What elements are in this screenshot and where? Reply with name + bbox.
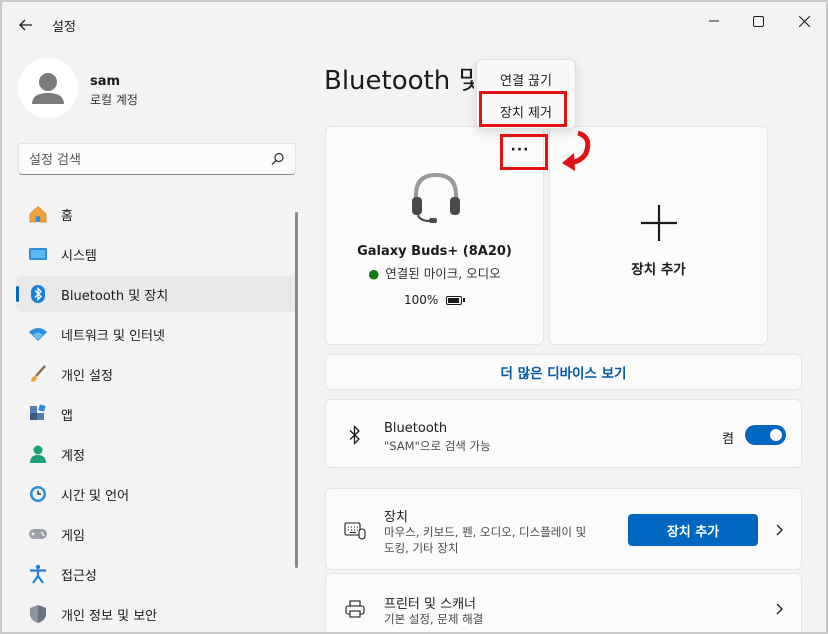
user-avatar-icon <box>32 73 64 104</box>
battery-icon <box>446 295 466 305</box>
sidebar-item-system[interactable]: 시스템 <box>16 236 296 272</box>
sidebar-item-bluetooth[interactable]: Bluetooth 및 장치 <box>16 276 296 312</box>
apps-icon <box>28 404 48 424</box>
close-button[interactable] <box>784 8 824 34</box>
account-icon <box>28 444 48 464</box>
device-name: Galaxy Buds+ (8A20) <box>357 244 512 259</box>
user-name: sam <box>90 74 121 89</box>
avatar[interactable] <box>18 58 78 118</box>
sidebar-item-label: 개인 설정 <box>61 368 113 384</box>
toggle-state-label: 켬 <box>722 432 734 447</box>
add-device-button[interactable]: 장치 추가 <box>628 514 758 546</box>
printer-icon <box>344 598 366 620</box>
headset-icon <box>412 172 460 223</box>
more-button-highlight <box>500 134 548 170</box>
chevron-right-icon <box>776 524 783 536</box>
sidebar-scrollbar[interactable] <box>295 212 298 568</box>
more-devices-link[interactable]: 더 많은 디바이스 보기 <box>325 354 802 390</box>
add-device-label: 장치 추가 <box>631 262 686 278</box>
close-icon <box>798 15 810 27</box>
devices-row-title: 장치 <box>384 510 408 525</box>
bluetooth-setting-row: Bluetooth "SAM"으로 검색 가능 켬 <box>325 399 802 468</box>
keyboard-icon <box>344 519 366 541</box>
maximize-icon <box>752 15 764 27</box>
wifi-icon <box>28 324 48 344</box>
sidebar-item-personalization[interactable]: 개인 설정 <box>16 356 296 392</box>
back-button[interactable] <box>14 14 38 36</box>
minimize-icon <box>709 20 719 22</box>
device-battery: 100% <box>404 293 466 307</box>
toggle-knob <box>770 429 782 441</box>
sidebar-item-label: 시스템 <box>61 248 97 264</box>
gamepad-icon <box>28 524 48 544</box>
clock-icon <box>28 484 48 504</box>
device-status: ● 연결된 마이크, 오디오 <box>326 263 543 282</box>
sidebar-item-accounts[interactable]: 계정 <box>16 436 296 472</box>
printers-setting-row[interactable]: 프린터 및 스캐너 기본 설정, 문제 해결 <box>325 573 802 632</box>
search-box <box>18 143 296 175</box>
disconnect-menu-item[interactable]: 연결 끊기 <box>477 70 575 89</box>
sidebar-item-label: 네트워크 및 인터넷 <box>61 328 165 344</box>
sidebar-item-label: 계정 <box>61 448 85 464</box>
sidebar-item-label: 게임 <box>61 528 85 544</box>
page-title: Bluetooth 및 장치 <box>324 66 474 96</box>
sidebar-item-privacy[interactable]: 개인 정보 및 보안 <box>16 596 296 632</box>
chevron-right-icon <box>776 603 783 615</box>
window-title: 설정 <box>52 20 76 35</box>
printers-row-title: 프린터 및 스캐너 <box>384 597 476 612</box>
minimize-button[interactable] <box>694 8 734 34</box>
more-devices-label: 더 많은 디바이스 보기 <box>500 366 627 382</box>
sidebar-item-gaming[interactable]: 게임 <box>16 516 296 552</box>
home-icon <box>28 204 48 224</box>
sidebar-nav: 홈 시스템 Bluetooth 및 장치 네트워크 및 인터넷 개인 설정 앱 … <box>16 196 296 632</box>
sidebar-item-label: 홈 <box>61 208 73 224</box>
devices-setting-row[interactable]: 장치 마우스, 키보드, 펜, 오디오, 디스플레이 및 도킹, 기타 장치 장… <box>325 488 802 570</box>
maximize-button[interactable] <box>738 8 778 34</box>
sidebar-item-apps[interactable]: 앱 <box>16 396 296 432</box>
brush-icon <box>28 364 48 384</box>
connected-dot-icon: ● <box>368 266 380 281</box>
sidebar-item-label: 앱 <box>61 408 73 424</box>
system-icon <box>28 244 48 264</box>
search-input[interactable] <box>29 150 259 170</box>
bluetooth-row-subtitle: "SAM"으로 검색 가능 <box>384 439 491 453</box>
bluetooth-symbol-icon <box>344 424 366 446</box>
sidebar-item-label: Bluetooth 및 장치 <box>61 288 169 304</box>
bluetooth-row-title: Bluetooth <box>384 421 448 436</box>
search-icon[interactable] <box>271 152 285 166</box>
sidebar-item-time-language[interactable]: 시간 및 언어 <box>16 476 296 512</box>
user-account-type: 로컬 계정 <box>90 93 138 107</box>
sidebar-item-label: 시간 및 언어 <box>61 488 130 504</box>
devices-row-subtitle-1: 마우스, 키보드, 펜, 오디오, 디스플레이 및 <box>384 525 587 539</box>
accessibility-icon <box>28 564 48 584</box>
remove-device-highlight <box>479 91 567 127</box>
sidebar-item-label: 개인 정보 및 보안 <box>61 608 158 624</box>
sidebar-item-home[interactable]: 홈 <box>16 196 296 232</box>
bluetooth-toggle[interactable] <box>745 425 786 445</box>
sidebar-item-network[interactable]: 네트워크 및 인터넷 <box>16 316 296 352</box>
sidebar-item-label: 접근성 <box>61 568 97 584</box>
battery-fill <box>448 297 460 303</box>
bluetooth-icon <box>28 284 48 304</box>
plus-icon <box>641 205 677 241</box>
devices-row-subtitle-2: 도킹, 기타 장치 <box>384 541 459 555</box>
curved-arrow-icon <box>562 130 591 171</box>
battery-text: 100% <box>404 293 439 307</box>
back-arrow-icon <box>19 19 32 31</box>
settings-window: 설정 sam 로컬 계정 홈 <box>2 2 826 632</box>
printers-row-subtitle: 기본 설정, 문제 해결 <box>384 612 484 626</box>
title-bar: 설정 <box>2 2 826 46</box>
sidebar-item-accessibility[interactable]: 접근성 <box>16 556 296 592</box>
device-status-text: 연결된 마이크, 오디오 <box>385 266 501 281</box>
shield-icon <box>28 604 48 624</box>
